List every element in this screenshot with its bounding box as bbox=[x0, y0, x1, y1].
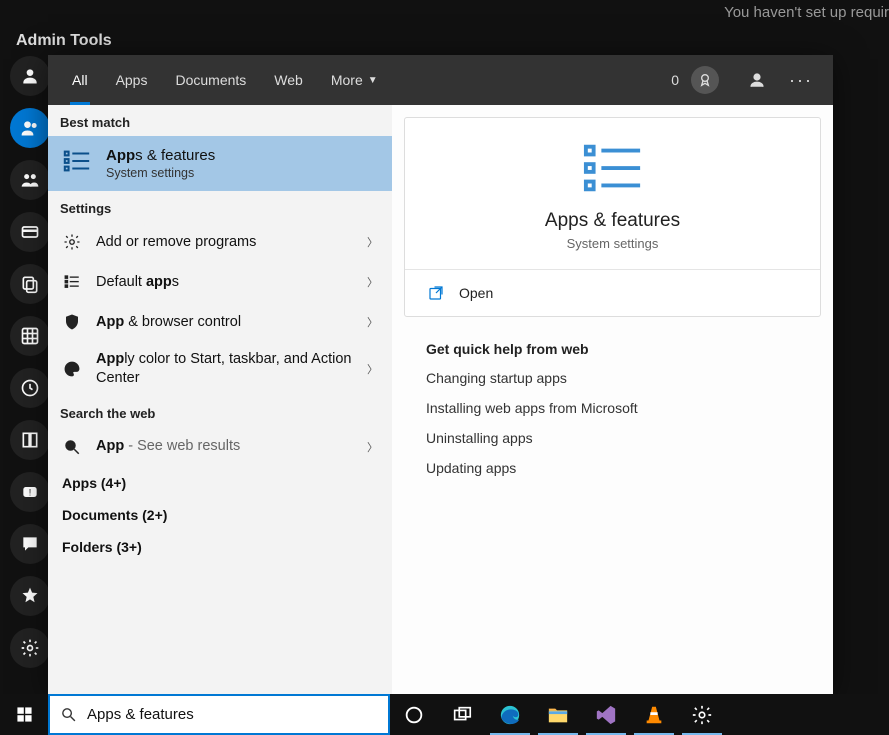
detail-subtitle: System settings bbox=[567, 236, 659, 251]
sidebar-alert-icon[interactable]: ! bbox=[10, 472, 50, 512]
setting-app-browser-control[interactable]: App & browser control 〉 bbox=[48, 302, 392, 342]
chevron-right-icon: 〉 bbox=[367, 314, 378, 330]
taskbar-settings[interactable] bbox=[678, 694, 726, 735]
sidebar-chat-icon[interactable] bbox=[10, 524, 50, 564]
group-apps[interactable]: Apps (4+) bbox=[48, 467, 392, 499]
detail-title: Apps & features bbox=[545, 210, 680, 232]
best-match-title: Apps & features bbox=[106, 147, 215, 164]
tab-documents[interactable]: Documents bbox=[163, 55, 258, 105]
section-best-match: Best match bbox=[48, 105, 392, 136]
background-notice: You haven't set up requir bbox=[724, 4, 889, 21]
task-view-button[interactable] bbox=[438, 694, 486, 735]
sidebar-star-icon[interactable] bbox=[10, 576, 50, 616]
sidebar-clock-icon[interactable] bbox=[10, 368, 50, 408]
sidebar-team-icon[interactable] bbox=[10, 160, 50, 200]
best-match-item[interactable]: Apps & features System settings bbox=[48, 136, 392, 191]
left-app-sidebar: ! bbox=[10, 56, 50, 668]
taskbar-search-input[interactable] bbox=[87, 706, 378, 723]
sidebar-billing-icon[interactable] bbox=[10, 212, 50, 252]
taskbar-vlc[interactable] bbox=[630, 694, 678, 735]
sidebar-grid-icon[interactable] bbox=[10, 316, 50, 356]
chevron-right-icon: 〉 bbox=[367, 439, 378, 455]
tab-apps[interactable]: Apps bbox=[104, 55, 160, 105]
list-icon bbox=[62, 273, 82, 291]
chevron-right-icon: 〉 bbox=[367, 234, 378, 250]
detail-open-action[interactable]: Open bbox=[405, 270, 820, 316]
search-tab-bar: All Apps Documents Web More▼ 0 ··· bbox=[48, 55, 833, 105]
sidebar-person-icon[interactable] bbox=[10, 56, 50, 96]
shield-icon bbox=[62, 313, 82, 331]
start-button[interactable] bbox=[0, 694, 48, 735]
gear-icon bbox=[62, 233, 82, 251]
help-link-webapps[interactable]: Installing web apps from Microsoft bbox=[404, 393, 821, 423]
rewards-badge-icon[interactable] bbox=[691, 66, 719, 94]
help-link-startup[interactable]: Changing startup apps bbox=[404, 363, 821, 393]
help-link-updating[interactable]: Updating apps bbox=[404, 453, 821, 483]
taskbar-explorer[interactable] bbox=[534, 694, 582, 735]
section-settings: Settings bbox=[48, 191, 392, 222]
sidebar-copy-icon[interactable] bbox=[10, 264, 50, 304]
apps-features-large-icon bbox=[582, 140, 644, 196]
chevron-down-icon: ▼ bbox=[368, 75, 378, 86]
help-link-uninstall[interactable]: Uninstalling apps bbox=[404, 423, 821, 453]
sidebar-gear-icon[interactable] bbox=[10, 628, 50, 668]
search-detail-pane: Apps & features System settings Open Get… bbox=[392, 105, 833, 694]
background-app-title: Admin Tools bbox=[16, 32, 112, 50]
chevron-right-icon: 〉 bbox=[367, 361, 378, 377]
section-search-web: Search the web bbox=[48, 396, 392, 427]
sidebar-book-icon[interactable] bbox=[10, 420, 50, 460]
palette-icon bbox=[62, 360, 82, 378]
search-icon bbox=[62, 438, 82, 456]
search-results-list: Best match Apps & features System settin… bbox=[48, 105, 392, 694]
best-match-subtitle: System settings bbox=[106, 166, 215, 180]
chevron-right-icon: 〉 bbox=[367, 274, 378, 290]
taskbar-edge[interactable] bbox=[486, 694, 534, 735]
apps-features-icon bbox=[62, 146, 92, 181]
setting-add-remove-programs[interactable]: Add or remove programs 〉 bbox=[48, 222, 392, 262]
start-search-panel: All Apps Documents Web More▼ 0 ··· Best … bbox=[48, 55, 833, 694]
svg-text:!: ! bbox=[29, 487, 32, 497]
group-documents[interactable]: Documents (2+) bbox=[48, 499, 392, 531]
cortana-button[interactable] bbox=[390, 694, 438, 735]
setting-apply-color[interactable]: Apply color to Start, taskbar, and Actio… bbox=[48, 342, 392, 396]
web-result-app[interactable]: App - See web results 〉 bbox=[48, 427, 392, 467]
account-icon[interactable] bbox=[741, 64, 773, 96]
taskbar bbox=[0, 694, 889, 735]
tab-web[interactable]: Web bbox=[262, 55, 315, 105]
sidebar-people-icon[interactable] bbox=[10, 108, 50, 148]
taskbar-visual-studio[interactable] bbox=[582, 694, 630, 735]
taskbar-search-box[interactable] bbox=[48, 694, 390, 735]
detail-card: Apps & features System settings Open bbox=[404, 117, 821, 317]
tab-all[interactable]: All bbox=[60, 55, 100, 105]
rewards-count: 0 bbox=[671, 72, 679, 88]
setting-default-apps[interactable]: Default apps 〉 bbox=[48, 262, 392, 302]
group-folders[interactable]: Folders (3+) bbox=[48, 531, 392, 563]
search-icon bbox=[60, 706, 77, 723]
help-header: Get quick help from web bbox=[404, 331, 821, 363]
tab-more[interactable]: More▼ bbox=[319, 55, 390, 105]
open-icon bbox=[427, 284, 445, 302]
more-options-icon[interactable]: ··· bbox=[785, 64, 817, 96]
